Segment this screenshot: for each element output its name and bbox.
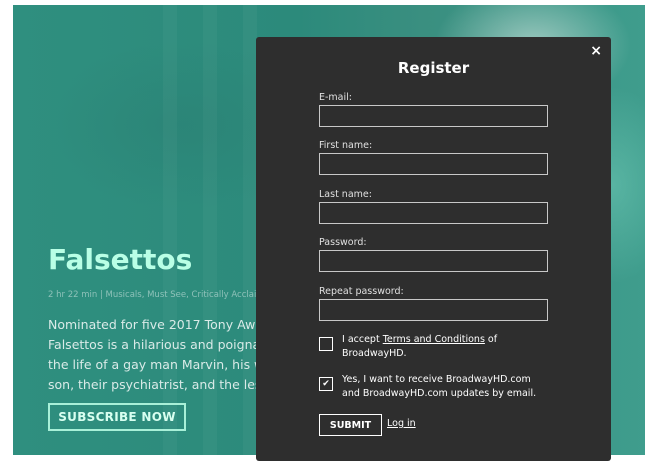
show-description: Nominated for five 2017 Tony Awards, Fal…	[48, 315, 295, 395]
show-meta: 2 hr 22 min | Musicals, Must See, Critic…	[48, 290, 276, 300]
submit-button[interactable]: SUBMIT	[319, 414, 382, 436]
subscribe-now-button[interactable]: SUBSCRIBE NOW	[48, 403, 186, 431]
terms-row: I accept Terms and Conditions of Broadwa…	[319, 333, 559, 361]
show-title: Falsettos	[48, 243, 193, 276]
terms-text: I accept Terms and Conditions of Broadwa…	[342, 333, 497, 361]
terms-prefix: I accept	[342, 334, 383, 345]
last-name-label: Last name:	[319, 189, 372, 200]
description-line: Nominated for five 2017 Tony Awards,	[48, 317, 287, 332]
login-link[interactable]: Log in	[387, 418, 416, 429]
updates-line1: Yes, I want to receive BroadwayHD.com	[342, 374, 531, 385]
terms-checkbox[interactable]	[319, 337, 333, 351]
terms-link[interactable]: Terms and Conditions	[383, 334, 485, 345]
last-name-field[interactable]	[319, 202, 548, 224]
email-field[interactable]	[319, 105, 548, 127]
modal-title: Register	[397, 59, 470, 77]
description-line: Falsettos is a hilarious and poignant	[48, 337, 273, 352]
description-line: son, their psychiatrist, and the lesbian…	[48, 377, 295, 392]
repeat-password-field[interactable]	[319, 299, 548, 321]
updates-line2: and BroadwayHD.com updates by email.	[342, 388, 537, 399]
checkmark-icon: ✔	[322, 378, 330, 389]
password-field[interactable]	[319, 250, 548, 272]
description-line: the life of a gay man Marvin, his wife,	[48, 357, 284, 372]
updates-checkbox[interactable]: ✔	[319, 377, 333, 391]
updates-text: Yes, I want to receive BroadwayHD.com an…	[342, 373, 536, 401]
close-icon[interactable]: ×	[590, 43, 602, 59]
terms-line2: BroadwayHD.	[342, 348, 407, 359]
repeat-password-label: Repeat password:	[319, 286, 404, 297]
first-name-label: First name:	[319, 140, 373, 151]
register-modal: × Register E-mail: First name: Last name…	[256, 37, 611, 461]
updates-row: ✔ Yes, I want to receive BroadwayHD.com …	[319, 373, 559, 401]
email-label: E-mail:	[319, 92, 352, 103]
terms-suffix: of	[484, 334, 498, 345]
password-label: Password:	[319, 237, 367, 248]
first-name-field[interactable]	[319, 153, 548, 175]
